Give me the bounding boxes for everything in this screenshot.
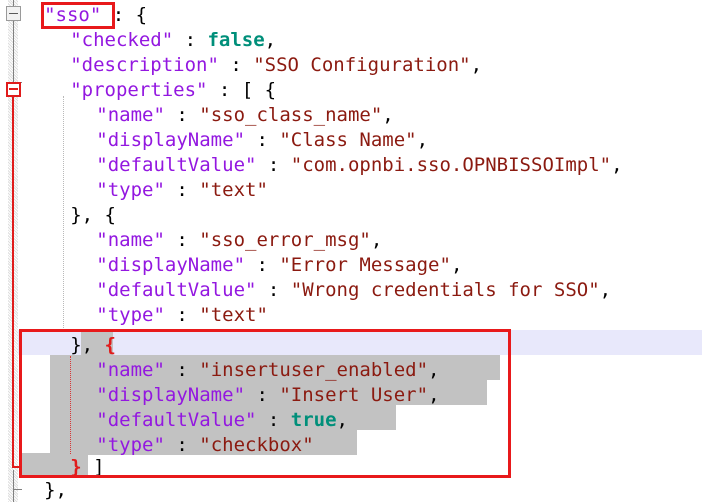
token-punct: ,	[450, 254, 463, 276]
token-key: "displayName"	[96, 384, 246, 406]
code-line[interactable]: "type" : "checkbox"	[96, 433, 313, 458]
collapse-minus-icon	[9, 88, 18, 90]
token-punct: :	[164, 359, 200, 381]
token-key: "displayName"	[96, 254, 246, 276]
token-key: "type"	[96, 434, 165, 456]
token-str: "sso_class_name"	[199, 104, 383, 126]
fold-marker-root-line-below	[13, 21, 14, 82]
code-line[interactable]: "displayName" : "Class Name",	[96, 128, 428, 153]
token-punct: ,	[428, 384, 440, 406]
code-line[interactable]: "displayName" : "Insert User",	[96, 383, 439, 408]
token-punct: :	[245, 384, 280, 406]
code-line[interactable]: "type" : "text"	[96, 303, 268, 328]
token-bool: false	[207, 29, 265, 51]
indent-guide-2	[70, 356, 72, 454]
token-punct: :	[164, 434, 200, 456]
code-line[interactable]: "displayName" : "Error Message",	[96, 253, 462, 278]
token-str: "text"	[199, 304, 268, 326]
token-punct: ]	[81, 456, 105, 478]
token-punct: },	[44, 479, 67, 501]
code-line[interactable]: "name" : "insertuser_enabled",	[96, 358, 439, 383]
code-line[interactable]: "defaultValue" : "com.opnbi.sso.OPNBISSO…	[96, 153, 622, 178]
editor-gutter[interactable]	[0, 0, 22, 502]
token-key: "displayName"	[96, 129, 246, 151]
token-str: "SSO Configuration"	[253, 54, 471, 76]
code-line[interactable]: "sso" : {	[44, 3, 147, 28]
token-key: "defaultValue"	[96, 409, 257, 431]
fold-line-tail	[13, 470, 14, 502]
code-line[interactable]: "name" : "sso_error_msg",	[96, 228, 382, 253]
code-line[interactable]: "name" : "sso_class_name",	[96, 103, 393, 128]
code-line[interactable]: "type" : "text"	[96, 178, 268, 203]
token-punct: ,	[599, 279, 612, 301]
token-punct: ,	[470, 54, 483, 76]
token-key: "defaultValue"	[96, 279, 257, 301]
token-str: "Wrong credentials for SSO"	[290, 279, 600, 301]
token-bool: true	[290, 409, 337, 431]
token-punct: ,	[264, 29, 277, 51]
token-punct: ,	[370, 229, 383, 251]
code-line[interactable]: "defaultValue" : "Wrong credentials for …	[96, 278, 611, 303]
token-key: "checked"	[70, 29, 174, 51]
token-punct: },	[70, 334, 105, 356]
token-brace-m: {	[104, 334, 116, 356]
token-str: "insertuser_enabled"	[199, 359, 429, 381]
token-str: "checkbox"	[199, 434, 314, 456]
token-key: "type"	[96, 179, 165, 201]
token-punct: :	[173, 29, 208, 51]
fold-marker-root[interactable]	[6, 6, 21, 21]
token-key: "description"	[70, 54, 219, 76]
token-str: "com.opnbi.sso.OPNBISSOImpl"	[290, 154, 612, 176]
token-punct: :	[245, 254, 280, 276]
token-punct: }, {	[70, 204, 116, 226]
token-punct: :	[256, 154, 291, 176]
code-line[interactable]: "properties" : [ {	[70, 78, 276, 103]
token-str: "Class Name"	[279, 129, 417, 151]
token-key: "name"	[96, 229, 165, 251]
token-punct: :	[164, 304, 200, 326]
code-line[interactable]: }, {	[70, 333, 116, 358]
indent-guide-1	[63, 96, 65, 332]
fold-line-tail-tick	[13, 489, 22, 490]
token-punct: :	[218, 54, 254, 76]
token-punct: : {	[101, 4, 148, 26]
token-str: "text"	[199, 179, 268, 201]
token-punct: ,	[416, 129, 429, 151]
collapse-minus-icon	[9, 13, 18, 14]
token-punct: ,	[382, 104, 394, 126]
code-line[interactable]: },	[44, 478, 67, 502]
token-punct: ,	[428, 359, 440, 381]
fold-marker-sso-line-below	[12, 97, 14, 466]
token-str: "Insert User"	[279, 384, 429, 406]
token-key: "defaultValue"	[96, 154, 257, 176]
token-punct: :	[245, 129, 280, 151]
current-line-highlight	[18, 330, 702, 355]
token-str: "Error Message"	[279, 254, 451, 276]
token-punct: :	[256, 409, 291, 431]
code-surface[interactable]: "sso" : {"checked" : false, "description"…	[0, 0, 702, 502]
token-key: "name"	[96, 359, 165, 381]
token-punct: ,	[611, 154, 623, 176]
token-key: "properties"	[70, 79, 208, 101]
fold-marker-sso[interactable]	[6, 82, 21, 97]
token-punct: ,	[336, 409, 348, 431]
token-key: "sso"	[44, 4, 102, 26]
token-str: "sso_error_msg"	[199, 229, 371, 251]
code-line[interactable]: "defaultValue" : true,	[96, 408, 348, 433]
token-key: "type"	[96, 304, 165, 326]
code-line[interactable]: "checked" : false,	[70, 28, 276, 53]
token-punct: :	[164, 104, 200, 126]
token-punct: : [ {	[207, 79, 277, 101]
code-line[interactable]: "description" : "SSO Configuration",	[70, 53, 482, 78]
token-key: "name"	[96, 104, 165, 126]
token-punct: :	[256, 279, 291, 301]
token-punct: :	[164, 229, 200, 251]
token-punct: :	[164, 179, 200, 201]
token-brace-m: }	[70, 456, 82, 478]
code-line[interactable]: }, {	[70, 203, 116, 228]
json-editor-window: "sso" : {"checked" : false, "description"…	[0, 0, 702, 502]
fold-marker-sso-end-tick	[12, 466, 21, 468]
code-line[interactable]: } ]	[70, 455, 104, 480]
